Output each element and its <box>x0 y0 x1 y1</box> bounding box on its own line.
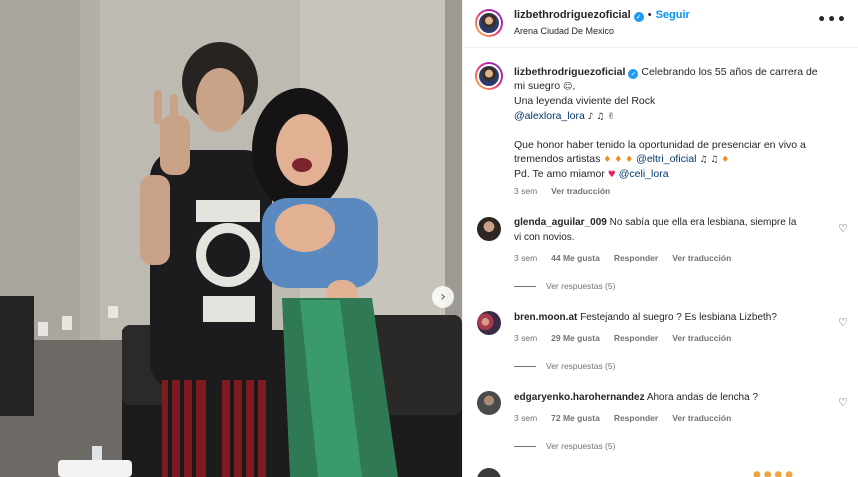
caption-line-5b: tremendos artistas <box>514 153 601 166</box>
comment-avatar[interactable] <box>477 217 501 241</box>
comment-3: edgaryenko.harohernandez Ahora andas de … <box>514 391 826 406</box>
translate-link[interactable]: Ver traducción <box>672 413 731 423</box>
heart-outline-icon[interactable]: ♡ <box>838 222 848 235</box>
rock-emoji-icon: ♫ ♫ <box>699 155 719 166</box>
header-username[interactable]: lizbethrodriguezoficial <box>514 9 631 21</box>
comment-avatar[interactable] <box>477 391 501 415</box>
comment-text: Festejando al suegro ? Es lesbiana Lizbe… <box>580 312 777 323</box>
comment-meta: 3 sem 72 Me gusta Responder Ver traducción <box>514 413 745 423</box>
next-photo-button[interactable]: › <box>432 286 454 308</box>
comment-username[interactable]: edgaryenko.harohernandez <box>514 392 645 403</box>
comment-time[interactable]: 3 sem <box>514 333 537 343</box>
laughing-emoji-icon: ☺ <box>563 82 573 93</box>
header-author-line: lizbethrodriguezoficial ✓ • Seguir <box>514 9 690 22</box>
heart-outline-icon[interactable]: ♡ <box>838 316 848 329</box>
comment-1: glenda_aguilar_009 No sabía que ella era… <box>514 216 826 245</box>
post-photo[interactable]: › <box>0 0 462 477</box>
fire-emoji-icon: ♦ <box>721 155 730 166</box>
translate-link[interactable]: Ver traducción <box>672 333 731 343</box>
comment-likes[interactable]: 44 Me gusta <box>551 253 600 263</box>
mention-celi[interactable]: @celi_lora <box>619 168 669 180</box>
rock-emoji-icon: ♪ ♫ ✌ <box>587 111 615 122</box>
reply-button[interactable]: Responder <box>614 333 658 343</box>
caption-author-avatar[interactable] <box>475 62 503 90</box>
separator-dot: • <box>647 9 652 21</box>
comment-text: No sabía que ella era lesbiana, siempre … <box>609 217 797 228</box>
more-horizontal-icon[interactable]: ••• <box>817 12 847 28</box>
post-caption: lizbethrodriguezoficial ✓ Celebrando los … <box>514 65 834 182</box>
comment-text: Ahora andas de lencha ? <box>646 392 759 403</box>
view-replies-button[interactable]: Ver respuestas (5) <box>514 281 615 291</box>
post-location[interactable]: Arena Ciudad De Mexico <box>514 26 614 36</box>
follow-button[interactable]: Seguir <box>656 9 690 21</box>
caption-meta: 3 sem Ver traducción <box>514 186 624 196</box>
mention-eltri[interactable]: @eltri_oficial <box>636 153 696 165</box>
comment-avatar[interactable] <box>477 311 501 335</box>
reply-button[interactable]: Responder <box>614 413 658 423</box>
caption-line-5a: Que honor haber tenido la oportunidad de… <box>514 138 806 151</box>
author-avatar[interactable] <box>475 9 503 37</box>
comment-time[interactable]: 3 sem <box>514 413 537 423</box>
comment-text-cont: vi con novios. <box>514 231 575 243</box>
post-details-panel: lizbethrodriguezoficial ✓ • Seguir Arena Ci… <box>462 0 858 477</box>
caption-line-6: Pd. Te amo miamor <box>514 168 605 181</box>
caption-line-3: Una leyenda viviente del Rock <box>514 95 656 108</box>
instagram-post-view: › lizbethrodriguezoficial ✓ • Seguir Arena … <box>0 0 858 477</box>
post-header: lizbethrodriguezoficial ✓ • Seguir Arena Ci… <box>463 0 858 48</box>
reply-button[interactable]: Responder <box>614 253 658 263</box>
caption-line-1: Celebrando los 55 años de carrera de <box>641 66 818 78</box>
comment-username[interactable]: glenda_aguilar_009 <box>514 217 607 228</box>
caption-line-2: mi suegro <box>514 80 561 93</box>
caption-username[interactable]: lizbethrodriguezoficial <box>514 66 625 78</box>
comment-meta: 3 sem 44 Me gusta Responder Ver traducción <box>514 253 745 263</box>
emoji-row: ● ● ● ● <box>753 470 793 477</box>
comment-meta: 3 sem 29 Me gusta Responder Ver traducción <box>514 333 745 343</box>
comment-username[interactable]: bren.moon.at <box>514 312 577 323</box>
comment-time[interactable]: 3 sem <box>514 253 537 263</box>
view-replies-button[interactable]: Ver respuestas (5) <box>514 361 615 371</box>
comment-likes[interactable]: 72 Me gusta <box>551 413 600 423</box>
view-replies-button[interactable]: Ver respuestas (5) <box>514 441 615 451</box>
translate-link[interactable]: Ver traducción <box>672 253 731 263</box>
verified-badge-icon: ✓ <box>628 69 639 79</box>
heart-emoji-icon: ♥ <box>607 170 616 181</box>
comment-avatar[interactable] <box>477 468 501 477</box>
verified-badge-icon: ✓ <box>633 12 644 22</box>
chevron-right-icon: › <box>440 289 446 305</box>
caption-translate-link[interactable]: Ver traducción <box>551 186 610 196</box>
comment-likes[interactable]: 29 Me gusta <box>551 333 600 343</box>
mention-alexlora[interactable]: @alexlora_lora <box>514 110 585 122</box>
caption-time[interactable]: 3 sem <box>514 186 537 196</box>
comment-2: bren.moon.at Festejando al suegro ? Es l… <box>514 311 826 326</box>
photo-illustration <box>0 0 462 477</box>
heart-outline-icon[interactable]: ♡ <box>838 396 848 409</box>
fire-emoji-icon: ♦ ♦ ♦ <box>603 155 634 166</box>
